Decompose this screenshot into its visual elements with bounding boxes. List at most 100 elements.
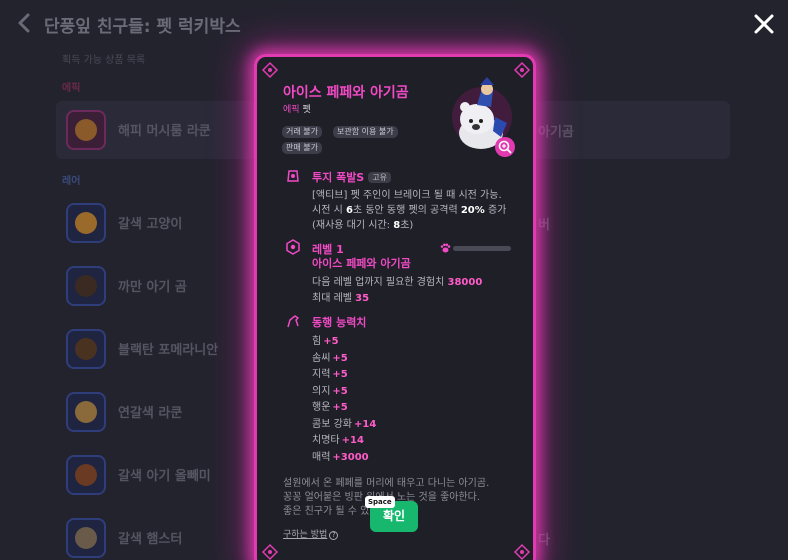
exp-progress-bar — [453, 246, 511, 251]
tag-trade: 거래 불가 — [282, 126, 322, 138]
category-epic: 에픽 — [62, 83, 81, 94]
pet-name: 갈색 햄스터 — [118, 532, 183, 547]
stat-label: 의지 — [312, 386, 331, 397]
stat-luck: 행운 +5 — [312, 398, 348, 413]
pet-thumbnail — [66, 203, 106, 243]
grade-label: 에픽 — [283, 105, 300, 115]
skill-desc-1: [액티브] 펫 주인이 브레이크 될 때 시전 가능. — [312, 190, 502, 201]
zoom-button[interactable] — [495, 137, 515, 157]
pet-name-right: 아기곰 — [538, 125, 574, 140]
pet-name: 해피 머시룸 라쿤 — [118, 124, 211, 139]
stat-label: 콤보 강화 — [312, 419, 352, 430]
corner-ornament-icon — [513, 543, 531, 560]
exp-label: 다음 레벨 업까지 필요한 경험치 — [312, 277, 445, 288]
corner-ornament-icon — [261, 61, 279, 79]
stat-int: 지력 +5 — [312, 365, 348, 380]
stat-label: 솜씨 — [312, 353, 331, 364]
pet-thumbnail — [66, 455, 106, 495]
stat-combo: 콤보 강화 +14 — [312, 415, 376, 430]
stat-str: 힘 +5 — [312, 332, 339, 347]
pet-name: 갈색 아기 올빼미 — [118, 469, 211, 484]
exp-required: 다음 레벨 업까지 필요한 경험치 38000 — [312, 273, 482, 288]
pet-description-3: 좋은 친구가 될 수 있 — [283, 506, 370, 517]
paw-icon — [440, 243, 451, 253]
grade-type: 펫 — [302, 105, 311, 115]
stat-value: +5 — [332, 369, 348, 380]
stat-value: +14 — [353, 419, 377, 430]
stat-label: 행운 — [312, 402, 331, 413]
stats-horse-icon — [287, 315, 299, 328]
space-key-hint: Space — [365, 496, 395, 508]
zoom-in-icon — [498, 140, 512, 154]
back-arrow-icon[interactable] — [14, 12, 34, 34]
pet-name: 까만 아기 곰 — [118, 280, 187, 295]
pet-thumbnail — [66, 518, 106, 558]
stats-title: 동행 능력치 — [312, 316, 367, 329]
category-rare: 레어 — [62, 176, 81, 187]
skill-desc-2: 시전 시 6초 동안 동행 펫의 공격력 20% 증가 — [312, 201, 506, 216]
skill-icon — [287, 170, 299, 182]
level-icon — [286, 239, 300, 255]
bear-icon — [75, 275, 97, 297]
skill-desc-part: 초 동안 동행 펫의 공격력 — [352, 205, 461, 216]
stat-value: +5 — [323, 336, 339, 347]
skill-percent: 20% — [460, 205, 485, 216]
raccoon-icon — [75, 401, 97, 423]
exp-value: 38000 — [447, 277, 483, 288]
skill-desc-part: (재사용 대기 시간: — [312, 220, 394, 231]
stat-label: 힘 — [312, 336, 322, 347]
pet-thumbnail — [66, 266, 106, 306]
stat-label: 치명타 — [312, 435, 340, 446]
pet-thumbnail — [66, 329, 106, 369]
stat-charm: 매력 +3000 — [312, 448, 369, 463]
stat-value: +5 — [332, 386, 348, 397]
pet-name-right: 다 — [538, 533, 550, 548]
skill-desc-part: 증가 — [484, 205, 507, 216]
stat-label: 매력 — [312, 452, 331, 463]
tag-storage: 보관함 이용 불가 — [333, 126, 398, 138]
help-icon: ? — [329, 531, 339, 540]
pet-name: 연갈색 라쿤 — [118, 406, 183, 421]
page-title: 단풍잎 친구들: 펫 럭키박스 — [44, 17, 241, 37]
pet-thumbnail — [66, 110, 106, 150]
stat-label: 지력 — [312, 369, 331, 380]
skill-title: 투지 폭발S 고유 — [312, 169, 391, 185]
skill-name: 투지 폭발S — [312, 171, 365, 184]
pet-detail-modal: 아이스 페페와 아기곰 에픽 펫 거래 불가 보관함 이용 불가 판매 불가 투… — [254, 54, 536, 560]
hamster-icon — [75, 527, 97, 549]
pomeranian-icon — [75, 338, 97, 360]
corner-ornament-icon — [261, 543, 279, 560]
owl-icon — [75, 464, 97, 486]
stat-dex: 솜씨 +5 — [312, 349, 348, 364]
pet-name: 블랙탄 포메라니안 — [118, 343, 219, 358]
skill-duration: 6 — [345, 205, 353, 216]
pet-name-right: 버 — [538, 218, 550, 233]
how-to-obtain-link[interactable]: 구하는 방법? — [283, 527, 339, 540]
max-level-label: 최대 레벨 — [312, 293, 352, 304]
level-pet-name: 아이스 페페와 아기곰 — [312, 257, 411, 270]
max-level-value: 35 — [355, 293, 370, 304]
stat-will: 의지 +5 — [312, 382, 348, 397]
pet-thumbnail — [66, 392, 106, 432]
pet-grade: 에픽 펫 — [283, 102, 311, 115]
stat-value: +5 — [332, 353, 348, 364]
how-to-obtain-label: 구하는 방법 — [283, 530, 328, 540]
close-icon[interactable] — [752, 12, 776, 36]
max-level: 최대 레벨 35 — [312, 289, 369, 304]
stat-crit: 치명타 +14 — [312, 431, 364, 446]
header-bar: 단풍잎 친구들: 펫 럭키박스 — [0, 0, 788, 48]
skill-desc-3: (재사용 대기 시간: 8초) — [312, 216, 413, 231]
skill-unique-badge: 고유 — [368, 172, 391, 183]
stat-value: +5 — [332, 402, 348, 413]
skill-desc-part: 시전 시 — [312, 205, 346, 216]
skill-desc-part: 초) — [400, 220, 414, 231]
pet-description-1: 설원에서 온 페페를 머리에 태우고 다니는 아기곰. — [283, 478, 490, 489]
stat-value: +3000 — [332, 452, 369, 463]
tag-sell: 판매 불가 — [282, 142, 322, 154]
stat-value: +14 — [341, 435, 364, 446]
pet-title: 아이스 페페와 아기곰 — [283, 85, 409, 101]
raccoon-icon — [75, 119, 97, 141]
pet-name: 갈색 고양이 — [118, 217, 183, 232]
list-subtitle: 획득 가능 상품 목록 — [62, 55, 146, 66]
cat-icon — [75, 212, 97, 234]
